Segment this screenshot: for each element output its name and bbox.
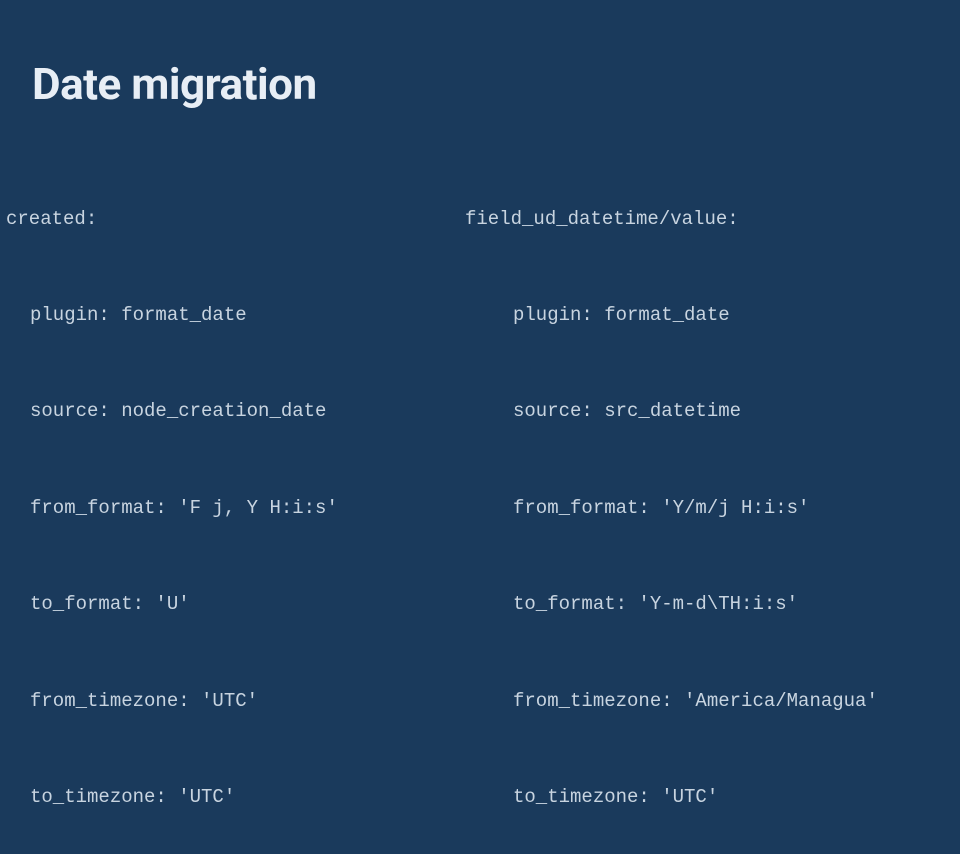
code-line: from_format: 'Y/m/j H:i:s'	[465, 497, 878, 520]
slide-title: Date migration	[0, 0, 960, 110]
code-block-left: created: plugin: format_date source: nod…	[0, 162, 465, 854]
code-line: from_format: 'F j, Y H:i:s'	[6, 497, 465, 520]
code-line: to_timezone: 'UTC'	[465, 786, 878, 809]
code-line: to_format: 'Y-m-d\TH:i:s'	[465, 593, 878, 616]
code-line: from_timezone: 'UTC'	[6, 690, 465, 713]
code-line: from_timezone: 'America/Managua'	[465, 690, 878, 713]
code-columns: created: plugin: format_date source: nod…	[0, 110, 960, 854]
code-header-left: created:	[6, 208, 465, 231]
code-header-right: field_ud_datetime/value:	[465, 208, 878, 231]
code-line: plugin: format_date	[465, 304, 878, 327]
code-line: to_timezone: 'UTC'	[6, 786, 465, 809]
code-line: source: node_creation_date	[6, 400, 465, 423]
code-line: plugin: format_date	[6, 304, 465, 327]
code-block-right: field_ud_datetime/value: plugin: format_…	[465, 162, 878, 854]
code-line: source: src_datetime	[465, 400, 878, 423]
code-line: to_format: 'U'	[6, 593, 465, 616]
slide: Date migration created: plugin: format_d…	[0, 0, 960, 540]
